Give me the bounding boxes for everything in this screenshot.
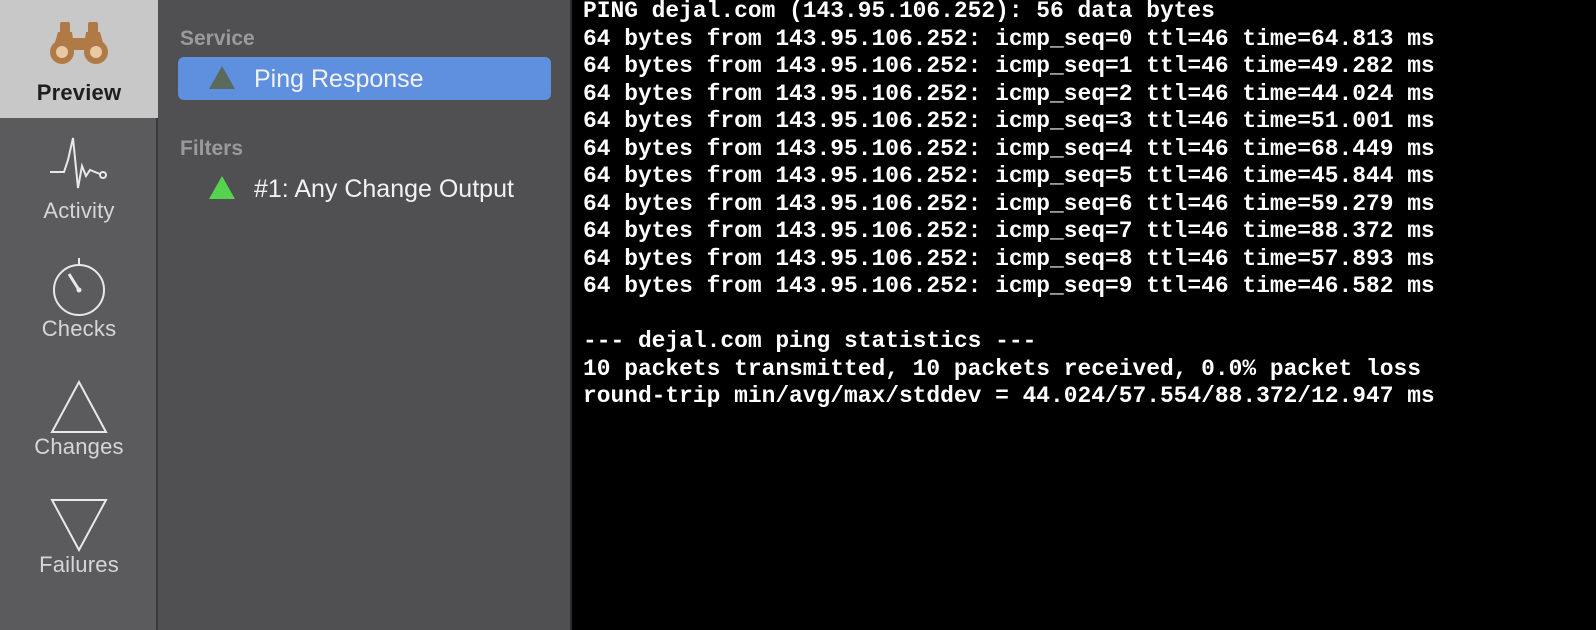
rail-label-checks: Checks — [41, 316, 117, 341]
rail-label-failures: Failures — [39, 552, 119, 577]
output-line: 64 bytes from 143.95.106.252: icmp_seq=2… — [583, 80, 1435, 107]
binoculars-icon — [50, 22, 108, 64]
rail-label-changes: Changes — [34, 434, 124, 459]
output-line: 64 bytes from 143.95.106.252: icmp_seq=5… — [583, 163, 1435, 189]
rail-label-preview: Preview — [36, 80, 122, 105]
tool-rail: Preview Activity Checks Changes Failures — [0, 0, 158, 630]
rail-item-checks[interactable]: Checks — [0, 236, 158, 354]
output-line: 10 packets transmitted, 10 packets recei… — [583, 355, 1421, 382]
ping-output-pane[interactable]: PING dejal.com (143.95.106.252): 56 data… — [572, 0, 1596, 630]
section-header-filters: Filters — [180, 137, 244, 160]
output-line: 64 bytes from 143.95.106.252: icmp_seq=9… — [583, 273, 1435, 299]
triangle-up-icon — [50, 379, 108, 433]
service-item-label: Ping Response — [254, 65, 424, 93]
output-line: 64 bytes from 143.95.106.252: icmp_seq=0… — [583, 25, 1435, 52]
output-line: 64 bytes from 143.95.106.252: icmp_seq=4… — [583, 135, 1435, 162]
status-triangle-icon — [209, 66, 235, 89]
output-line: 64 bytes from 143.95.106.252: icmp_seq=8… — [583, 245, 1435, 272]
triangle-down-icon — [50, 499, 108, 553]
output-line: 64 bytes from 143.95.106.252: icmp_seq=3… — [583, 108, 1435, 134]
output-line: 64 bytes from 143.95.106.252: icmp_seq=6… — [583, 190, 1435, 217]
output-line: PING dejal.com (143.95.106.252): 56 data… — [583, 0, 1215, 24]
rail-label-activity: Activity — [43, 198, 115, 223]
status-triangle-icon — [209, 176, 235, 199]
service-item-ping-response[interactable]: Ping Response — [178, 57, 551, 100]
source-list: Service Ping Response Filters #1: Any Ch… — [158, 0, 572, 630]
filter-item-label: #1: Any Change Output — [254, 175, 514, 203]
stopwatch-icon — [53, 258, 105, 316]
output-line: --- dejal.com ping statistics --- — [583, 328, 1037, 354]
rail-item-changes[interactable]: Changes — [0, 354, 158, 472]
ping-output-text: PING dejal.com (143.95.106.252): 56 data… — [583, 0, 1435, 411]
app-window: Preview Activity Checks Changes Failures… — [0, 0, 1596, 630]
filter-item-any-change-output[interactable]: #1: Any Change Output — [178, 167, 551, 210]
section-header-service: Service — [180, 27, 255, 50]
output-line: round-trip min/avg/max/stddev = 44.024/5… — [583, 383, 1435, 409]
output-line: 64 bytes from 143.95.106.252: icmp_seq=7… — [583, 218, 1435, 244]
activity-pulse-icon — [50, 137, 107, 189]
rail-item-failures[interactable]: Failures — [0, 472, 158, 590]
rail-item-preview[interactable]: Preview — [0, 0, 158, 118]
rail-item-activity[interactable]: Activity — [0, 118, 158, 236]
output-line: 64 bytes from 143.95.106.252: icmp_seq=1… — [583, 53, 1435, 79]
